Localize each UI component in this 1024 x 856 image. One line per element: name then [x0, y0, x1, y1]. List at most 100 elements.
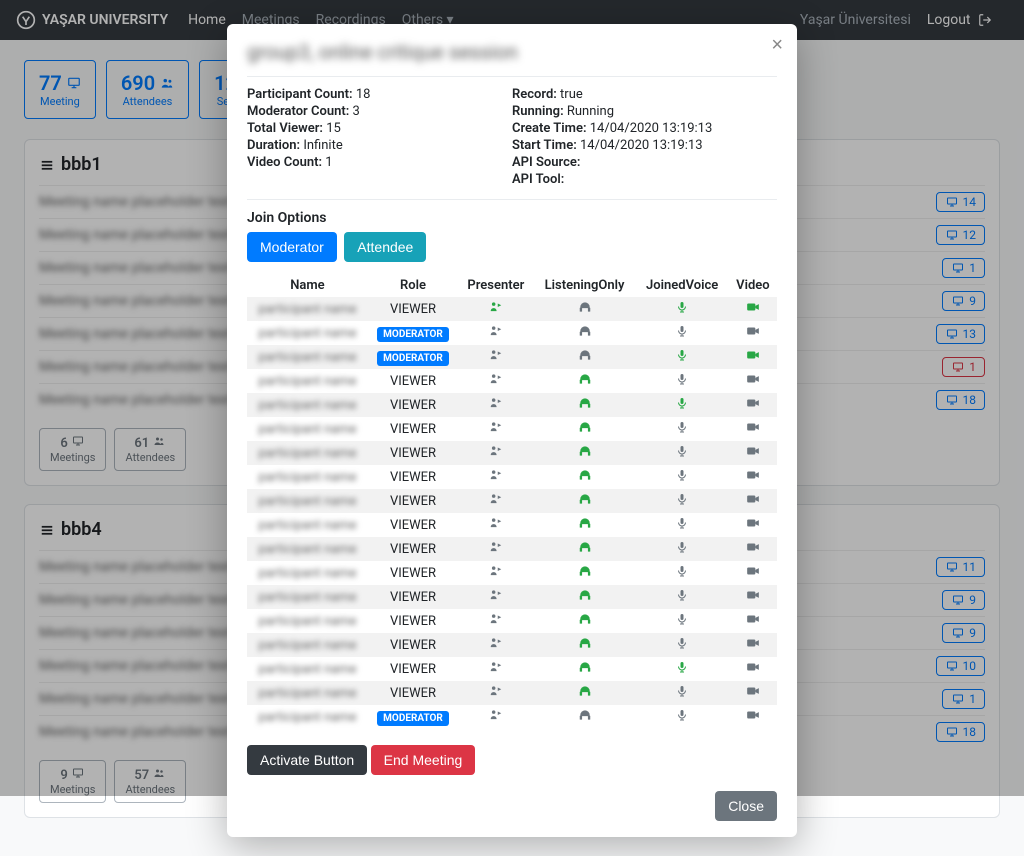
microphone-icon — [676, 351, 688, 366]
presenter-icon — [488, 399, 504, 414]
microphone-icon — [676, 471, 688, 486]
listening-cell — [534, 609, 636, 633]
presenter-cell — [458, 705, 533, 729]
video-icon — [745, 711, 761, 726]
video-icon — [745, 471, 761, 486]
headphones-icon — [578, 567, 592, 582]
voice-cell — [636, 393, 729, 417]
video-icon — [745, 519, 761, 534]
table-row: participant nameVIEWER — [247, 489, 777, 513]
voice-cell — [636, 681, 729, 705]
presenter-icon — [488, 615, 504, 630]
listening-cell — [534, 489, 636, 513]
participant-role: VIEWER — [368, 393, 458, 417]
listening-cell — [534, 513, 636, 537]
listening-cell — [534, 657, 636, 681]
video-icon — [745, 567, 761, 582]
video-icon — [745, 399, 761, 414]
voice-cell — [636, 441, 729, 465]
video-icon — [745, 543, 761, 558]
participant-name: participant name — [247, 513, 368, 537]
table-row: participant nameVIEWER — [247, 297, 777, 321]
table-row: participant nameVIEWER — [247, 657, 777, 681]
video-cell — [729, 321, 777, 345]
video-icon — [745, 687, 761, 702]
table-row: participant nameVIEWER — [247, 537, 777, 561]
headphones-icon — [578, 447, 592, 462]
participant-role: VIEWER — [368, 441, 458, 465]
microphone-icon — [676, 495, 688, 510]
presenter-cell — [458, 657, 533, 681]
video-cell — [729, 489, 777, 513]
participant-role: MODERATOR — [368, 705, 458, 729]
microphone-icon — [676, 399, 688, 414]
microphone-icon — [676, 303, 688, 318]
participant-name: participant name — [247, 321, 368, 345]
headphones-icon — [578, 399, 592, 414]
presenter-icon — [488, 687, 504, 702]
headphones-icon — [578, 303, 592, 318]
presenter-cell — [458, 369, 533, 393]
listening-cell — [534, 297, 636, 321]
participant-role: VIEWER — [368, 657, 458, 681]
video-cell — [729, 657, 777, 681]
microphone-icon — [676, 615, 688, 630]
video-icon — [745, 423, 761, 438]
headphones-icon — [578, 375, 592, 390]
voice-cell — [636, 489, 729, 513]
end-meeting-button[interactable]: End Meeting — [371, 745, 476, 775]
presenter-icon — [488, 471, 504, 486]
listening-cell — [534, 417, 636, 441]
video-icon — [745, 663, 761, 678]
participant-name: participant name — [247, 345, 368, 369]
col-video: Video — [729, 274, 777, 297]
presenter-cell — [458, 345, 533, 369]
voice-cell — [636, 609, 729, 633]
join-attendee-button[interactable]: Attendee — [344, 232, 426, 262]
video-cell — [729, 513, 777, 537]
voice-cell — [636, 657, 729, 681]
presenter-cell — [458, 609, 533, 633]
info-right: Record: true Running: Running Create Tim… — [512, 87, 777, 189]
microphone-icon — [676, 687, 688, 702]
col-voice: JoinedVoice — [636, 274, 729, 297]
video-cell — [729, 393, 777, 417]
participant-name: participant name — [247, 465, 368, 489]
listening-cell — [534, 561, 636, 585]
participant-role: VIEWER — [368, 513, 458, 537]
table-row: participant nameMODERATOR — [247, 345, 777, 369]
join-moderator-button[interactable]: Moderator — [247, 232, 337, 262]
video-icon — [745, 327, 761, 342]
participant-role: MODERATOR — [368, 321, 458, 345]
presenter-cell — [458, 297, 533, 321]
listening-cell — [534, 537, 636, 561]
participant-name: participant name — [247, 489, 368, 513]
participant-name: participant name — [247, 417, 368, 441]
participant-name: participant name — [247, 441, 368, 465]
listening-cell — [534, 633, 636, 657]
video-cell — [729, 561, 777, 585]
video-cell — [729, 609, 777, 633]
presenter-cell — [458, 393, 533, 417]
presenter-cell — [458, 417, 533, 441]
activate-button[interactable]: Activate Button — [247, 745, 367, 775]
presenter-cell — [458, 513, 533, 537]
presenter-cell — [458, 633, 533, 657]
video-icon — [745, 639, 761, 654]
participants-table: Name Role Presenter ListeningOnly Joined… — [247, 274, 777, 729]
headphones-icon — [578, 615, 592, 630]
headphones-icon — [578, 471, 592, 486]
presenter-icon — [488, 711, 504, 726]
voice-cell — [636, 345, 729, 369]
microphone-icon — [676, 543, 688, 558]
participant-name: participant name — [247, 657, 368, 681]
video-icon — [745, 351, 761, 366]
video-icon — [745, 591, 761, 606]
participant-name: participant name — [247, 633, 368, 657]
presenter-cell — [458, 465, 533, 489]
presenter-icon — [488, 543, 504, 558]
headphones-icon — [578, 543, 592, 558]
col-name: Name — [247, 274, 368, 297]
participant-name: participant name — [247, 561, 368, 585]
voice-cell — [636, 417, 729, 441]
